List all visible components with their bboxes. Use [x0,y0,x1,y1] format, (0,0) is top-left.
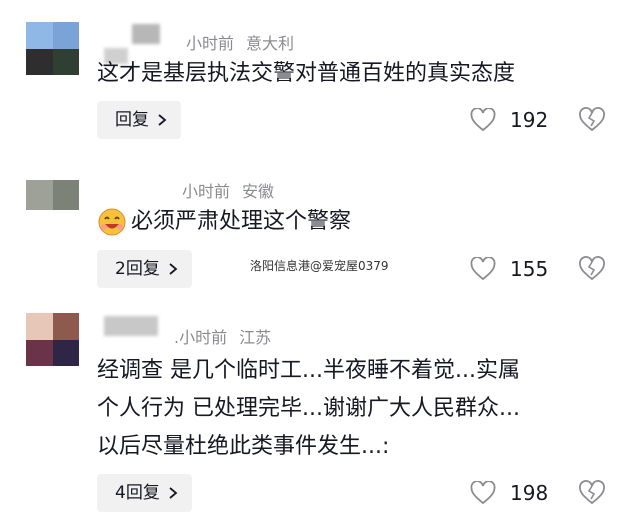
avatar-tile [52,22,79,49]
reply-label: 2回复 [115,259,160,279]
broken-heart-icon[interactable] [578,107,606,133]
comment-location: 意大利 [246,34,295,53]
laughing-emoji-icon [98,208,126,236]
username-redacted[interactable] [132,24,160,44]
avatar-tile [52,180,79,210]
comment-time: 小时前 [186,34,235,53]
avatar[interactable] [26,313,79,366]
avatar-tile [52,339,79,366]
broken-heart-icon[interactable] [578,480,606,506]
broken-heart-icon[interactable] [578,256,606,282]
reply-button[interactable]: 4回复 [97,474,192,512]
avatar-tile [52,313,79,340]
avatar-tile [26,48,53,75]
like-button[interactable]: 155 [470,257,548,281]
heart-outline-icon [470,108,496,132]
comment-text-line: 经调查 是几个临时工...半夜睡不着觉...实属 [97,358,520,383]
comment-location: 江苏 [239,328,272,347]
avatar-tile [26,339,53,366]
comment-location: 安徽 [242,182,275,201]
avatar-tile [26,22,53,49]
avatar[interactable] [26,22,79,75]
comment-text: 必须严肃处理这个警察 [97,203,351,241]
comment-text-line: 以后尽量杜绝此类事件发生...: [97,434,390,459]
chevron-right-icon [169,487,178,499]
comment-time: .小时前 [174,328,228,347]
comment-meta: .小时前 江苏 [174,324,271,348]
like-button[interactable]: 198 [470,481,548,505]
chevron-right-icon [158,114,167,126]
like-count: 155 [510,257,549,281]
reply-button[interactable]: 2回复 [97,250,192,288]
username-redacted[interactable] [104,316,158,336]
chevron-right-icon [169,263,178,275]
comment-text-content: 必须严肃处理这个警察 [131,209,352,234]
reply-label: 4回复 [115,483,160,503]
avatar-tile [26,313,53,340]
reply-label: 回复 [115,110,149,130]
heart-outline-icon [470,481,496,505]
heart-outline-icon [470,257,496,281]
comment-meta: 小时前 意大利 [186,30,294,54]
watermark: 洛阳信息港@爱宠屋0379 [250,259,389,273]
like-count: 198 [510,481,549,505]
like-button[interactable]: 192 [470,108,548,132]
avatar-tile [26,180,53,210]
reply-button[interactable]: 回复 [97,101,181,139]
comment-text: 这才是基层执法交警对普通百姓的真实态度 [97,61,516,86]
comment-time: 小时前 [182,182,231,201]
avatar-tile [52,48,79,75]
like-count: 192 [510,108,549,132]
comment-text-line: 个人行为 已处理完毕...谢谢广大人民群众... [97,396,520,421]
comment-meta: 小时前 安徽 [182,178,274,202]
avatar[interactable] [26,180,79,210]
